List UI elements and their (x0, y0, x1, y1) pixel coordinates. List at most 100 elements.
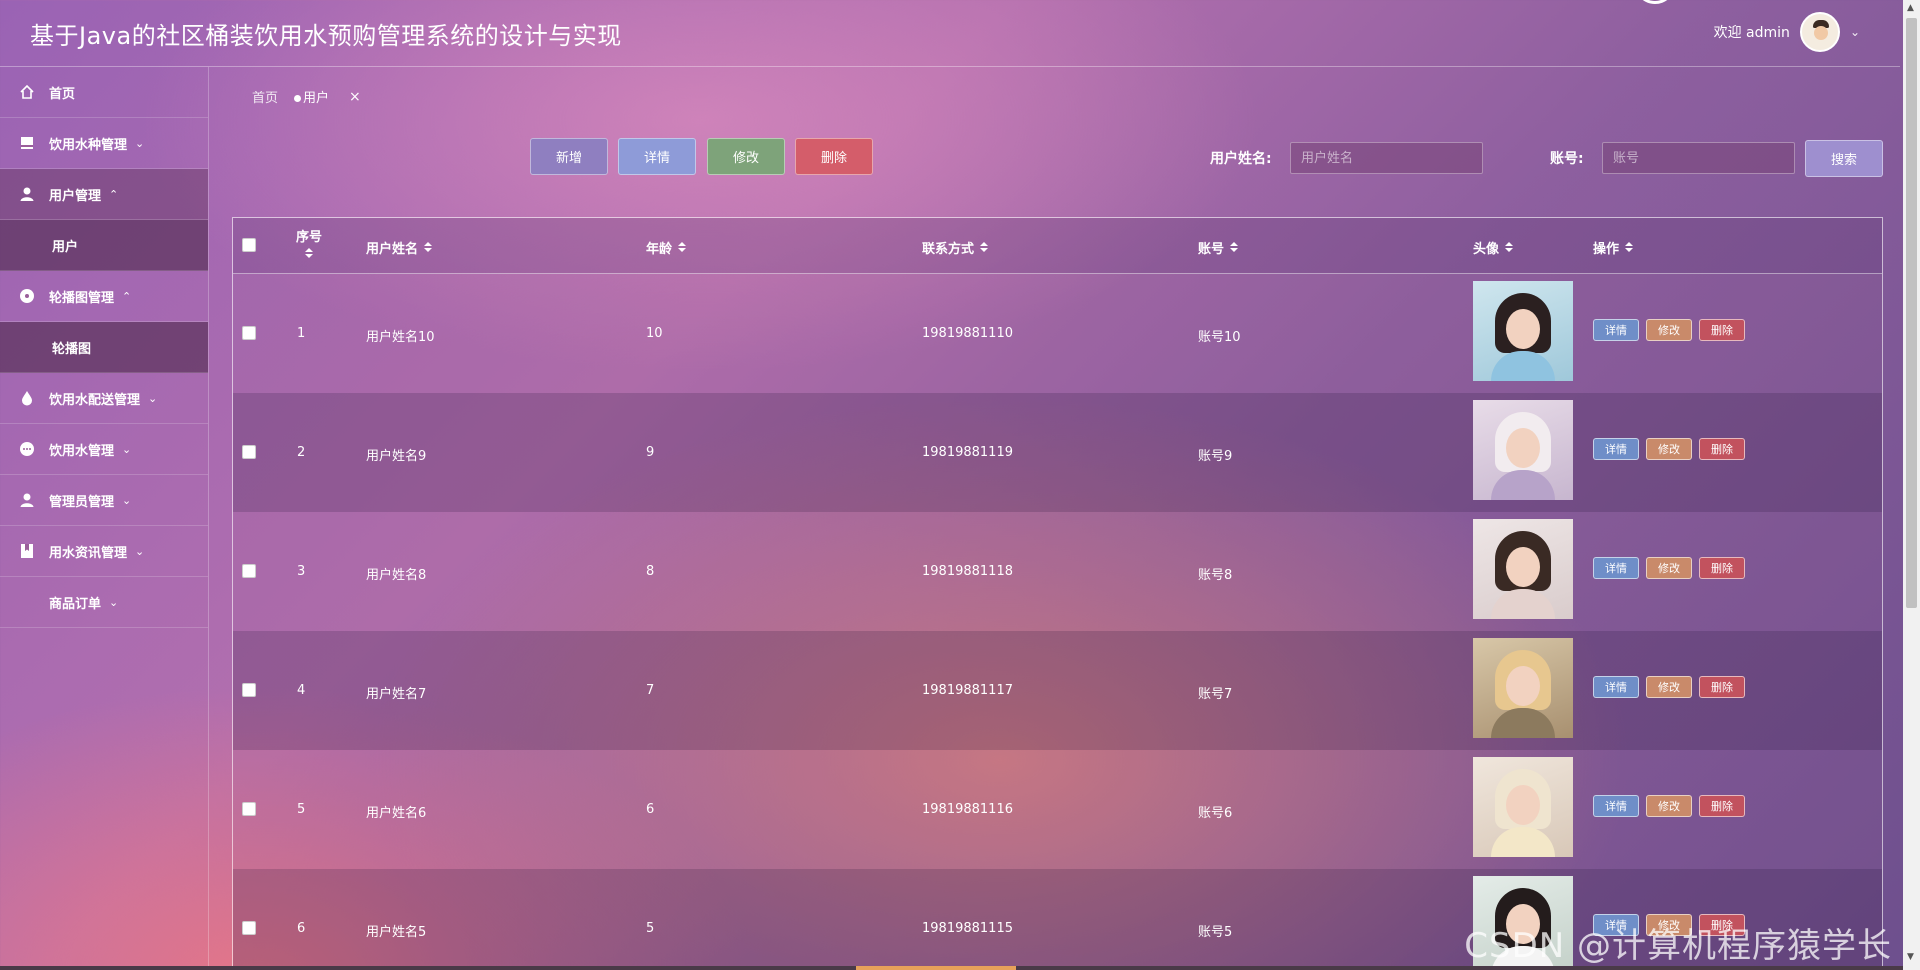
chevron-down-icon[interactable]: ⌄ (1850, 25, 1860, 39)
row-checkbox[interactable] (242, 802, 256, 816)
table-row[interactable]: 2 用户姓名9 9 19819881119 账号9 详情 修改 删除 (233, 393, 1882, 512)
cell-name: 用户姓名6 (366, 806, 427, 821)
header-name[interactable]: 用户姓名 (366, 238, 433, 257)
sidebar-item-home[interactable]: 首页 (0, 67, 208, 118)
chevron-down-icon: ⌄ (122, 442, 132, 456)
user-menu[interactable]: 欢迎 admin ⌄ (1714, 12, 1860, 52)
drop-icon (18, 389, 36, 407)
sidebar-subitem-users[interactable]: 用户 (0, 220, 208, 271)
chevron-up-icon: ⌃ (109, 187, 119, 201)
row-edit-button[interactable]: 修改 (1646, 557, 1692, 579)
chevron-down-icon: ⌄ (135, 544, 145, 558)
scrollbar-thumb[interactable] (1906, 18, 1917, 608)
sort-icon[interactable] (1230, 242, 1239, 253)
row-checkbox[interactable] (242, 326, 256, 340)
row-delete-button[interactable]: 删除 (1699, 438, 1745, 460)
sidebar-item-orders[interactable]: 商品订单 ⌄ (0, 577, 208, 628)
sidebar-item-carousel-management[interactable]: 轮播图管理 ⌃ (0, 271, 208, 322)
sidebar-subitem-carousel[interactable]: 轮播图 (0, 322, 208, 373)
header-account[interactable]: 账号 (1198, 238, 1239, 257)
sidebar-item-label: 饮用水管理 (49, 443, 115, 459)
sidebar-item-user-management[interactable]: 用户管理 ⌃ (0, 169, 208, 220)
row-checkbox[interactable] (242, 564, 256, 578)
breadcrumb-home[interactable]: 首页 (252, 87, 278, 106)
scroll-up-icon[interactable]: ▲ (1907, 3, 1914, 13)
row-detail-button[interactable]: 详情 (1593, 676, 1639, 698)
edit-button[interactable]: 修改 (707, 138, 785, 175)
table-row[interactable]: 5 用户姓名6 6 19819881116 账号6 详情 修改 删除 (233, 750, 1882, 869)
row-detail-button[interactable]: 详情 (1593, 557, 1639, 579)
welcome-text: 欢迎 admin (1713, 25, 1790, 41)
cell-name: 用户姓名7 (366, 687, 427, 702)
avatar-image[interactable] (1473, 757, 1573, 857)
sort-icon[interactable] (424, 242, 433, 253)
header-index[interactable]: 序号 (296, 226, 322, 259)
table-row[interactable]: 3 用户姓名8 8 19819881118 账号8 详情 修改 删除 (233, 512, 1882, 631)
table-row[interactable]: 4 用户姓名7 7 19819881117 账号7 详情 修改 删除 (233, 631, 1882, 750)
row-edit-button[interactable]: 修改 (1646, 676, 1692, 698)
sort-icon[interactable] (1625, 242, 1634, 253)
cell-phone: 19819881110 (922, 326, 1013, 341)
row-checkbox[interactable] (242, 445, 256, 459)
row-edit-button[interactable]: 修改 (1646, 438, 1692, 460)
header-avatar-label: 头像 (1473, 242, 1500, 257)
select-all-checkbox[interactable] (242, 238, 256, 252)
table-row[interactable]: 1 用户姓名10 10 19819881110 账号10 详情 修改 删除 (233, 274, 1882, 393)
sort-icon[interactable] (678, 242, 687, 253)
row-detail-button[interactable]: 详情 (1593, 319, 1639, 341)
cell-name: 用户姓名9 (366, 449, 427, 464)
table-header: 序号 用户姓名 年龄 联系方式 账号 头像 操作 (233, 218, 1882, 274)
avatar-image[interactable] (1473, 519, 1573, 619)
row-detail-button[interactable]: 详情 (1593, 795, 1639, 817)
row-detail-button[interactable]: 详情 (1593, 438, 1639, 460)
row-edit-button[interactable]: 修改 (1646, 319, 1692, 341)
sidebar-item-admin-management[interactable]: 管理员管理 ⌄ (0, 475, 208, 526)
row-checkbox[interactable] (242, 921, 256, 935)
header-age-label: 年龄 (646, 242, 673, 257)
sidebar-item-label: 轮播图管理 (49, 290, 115, 306)
cell-account: 账号5 (1198, 925, 1233, 940)
avatar-image[interactable] (1473, 638, 1573, 738)
row-edit-button[interactable]: 修改 (1646, 795, 1692, 817)
avatar-image[interactable] (1473, 400, 1573, 500)
watermark: CSDN @计算机程序猿学长 (1464, 926, 1892, 966)
row-actions: 详情 修改 删除 (1593, 557, 1745, 579)
row-delete-button[interactable]: 删除 (1699, 319, 1745, 341)
header-index-label: 序号 (296, 230, 323, 245)
cell-index: 6 (297, 921, 306, 936)
search-button[interactable]: 搜索 (1805, 140, 1883, 177)
user-avatar[interactable] (1799, 12, 1840, 52)
cell-index: 3 (297, 564, 306, 579)
avatar-image[interactable] (1473, 281, 1573, 381)
page-scrollbar[interactable]: ▲ ▼ (1903, 0, 1920, 970)
header-name-label: 用户姓名 (366, 242, 419, 257)
detail-button[interactable]: 详情 (618, 138, 696, 175)
header-age[interactable]: 年龄 (646, 238, 687, 257)
sort-icon[interactable] (305, 248, 313, 259)
sidebar-item-water-management[interactable]: 饮用水管理 ⌄ (0, 424, 208, 475)
row-delete-button[interactable]: 删除 (1699, 795, 1745, 817)
row-actions: 详情 修改 删除 (1593, 319, 1745, 341)
sidebar-item-water-types[interactable]: 饮用水种管理 ⌄ (0, 118, 208, 169)
header-ops[interactable]: 操作 (1593, 238, 1634, 257)
name-search-input[interactable] (1290, 142, 1483, 174)
breadcrumb-current-tab[interactable]: 用户 (294, 87, 329, 106)
close-icon[interactable]: × (349, 89, 361, 105)
cell-age: 6 (646, 802, 655, 817)
sort-icon[interactable] (1505, 242, 1514, 253)
cell-account: 账号9 (1198, 449, 1233, 464)
sidebar-item-delivery-management[interactable]: 饮用水配送管理 ⌄ (0, 373, 208, 424)
sidebar-item-news-management[interactable]: 用水资讯管理 ⌄ (0, 526, 208, 577)
row-delete-button[interactable]: 删除 (1699, 557, 1745, 579)
scroll-down-icon[interactable]: ▼ (1907, 952, 1914, 962)
add-button[interactable]: 新增 (530, 138, 608, 175)
row-checkbox[interactable] (242, 683, 256, 697)
sort-icon[interactable] (980, 242, 989, 253)
delete-button[interactable]: 删除 (795, 138, 873, 175)
row-delete-button[interactable]: 删除 (1699, 676, 1745, 698)
header-avatar[interactable]: 头像 (1473, 238, 1514, 257)
breadcrumb-current: 用户 (303, 91, 330, 106)
account-search-input[interactable] (1602, 142, 1795, 174)
header-phone[interactable]: 联系方式 (922, 238, 989, 257)
row-actions: 详情 修改 删除 (1593, 438, 1745, 460)
